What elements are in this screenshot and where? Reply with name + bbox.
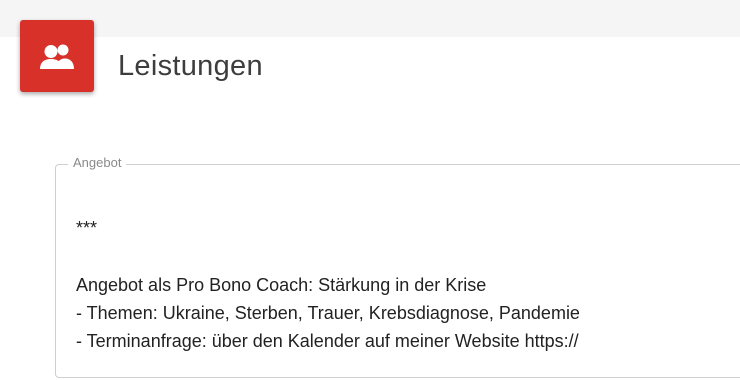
- top-band: [0, 0, 740, 37]
- people-icon: [39, 42, 75, 70]
- angebot-field-label: Angebot: [68, 154, 127, 172]
- section-icon-badge: [20, 20, 94, 92]
- field-text-line: Angebot als Pro Bono Coach: Stärkung in …: [76, 275, 487, 295]
- field-text-line: - Terminanfrage: über den Kalender auf m…: [76, 331, 579, 351]
- field-text-line: ***: [76, 218, 98, 238]
- page-title: Leistungen: [118, 50, 263, 82]
- field-text-line: - Themen: Ukraine, Sterben, Trauer, Kreb…: [76, 303, 580, 323]
